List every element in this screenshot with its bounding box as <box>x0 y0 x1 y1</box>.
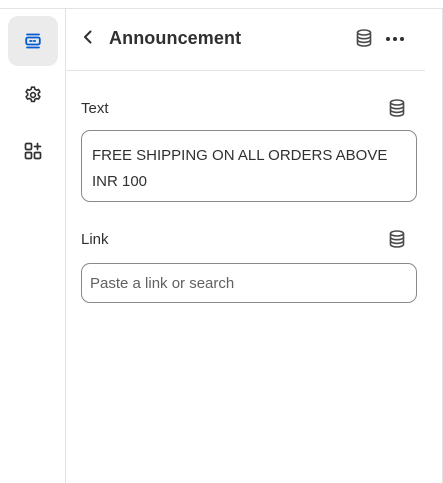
editor-frame: Announcement Text FREE SHIPPING ON ALL O… <box>0 8 443 483</box>
rail-item-apps[interactable] <box>8 126 58 176</box>
sidebar-rail <box>0 9 66 483</box>
back-button[interactable] <box>78 25 98 53</box>
more-actions-button[interactable] <box>384 28 406 48</box>
rail-item-settings[interactable] <box>8 70 58 120</box>
settings-panel: Announcement Text FREE SHIPPING ON ALL O… <box>66 9 442 483</box>
gear-icon <box>23 85 43 105</box>
database-icon <box>354 29 374 52</box>
more-horizontal-icon <box>385 29 405 47</box>
chevron-left-icon <box>82 29 94 50</box>
link-field-label: Link <box>81 231 109 248</box>
announcement-text-input[interactable]: FREE SHIPPING ON ALL ORDERS ABOVE INR 10… <box>81 130 417 202</box>
panel-header: Announcement <box>66 9 425 71</box>
text-dynamic-source-button[interactable] <box>387 98 407 118</box>
page-title: Announcement <box>109 28 242 48</box>
database-icon <box>387 230 407 253</box>
sections-icon <box>23 31 43 51</box>
apps-add-icon <box>23 141 43 161</box>
rail-item-sections[interactable] <box>8 16 58 66</box>
text-field-label: Text <box>81 100 109 117</box>
database-icon <box>387 99 407 122</box>
header-dynamic-source-button[interactable] <box>354 28 374 48</box>
link-input[interactable] <box>81 263 417 303</box>
link-dynamic-source-button[interactable] <box>387 229 407 249</box>
